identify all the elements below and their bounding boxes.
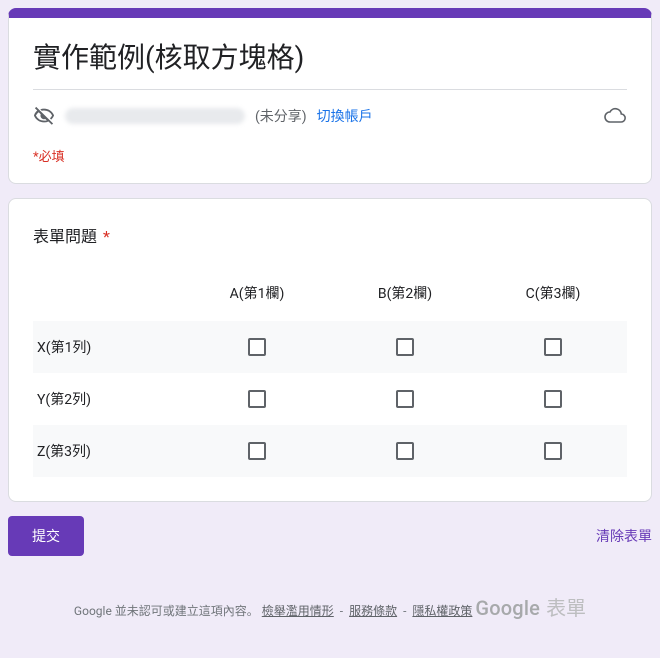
footer-disclaimer: Google 並未認可或建立這項內容。 [74, 604, 259, 618]
checkbox[interactable] [396, 338, 414, 356]
grid-row: X(第1列) [33, 321, 627, 373]
account-row: (未分享) 切換帳戶 [33, 89, 627, 128]
form-header-card: 實作範例(核取方塊格) (未分享) 切換帳戶 *必填 [8, 8, 652, 184]
column-header: B(第2欄) [331, 283, 479, 303]
grid-row: Z(第3列) [33, 425, 627, 477]
clear-form-link[interactable]: 清除表單 [596, 526, 652, 546]
question-title-text: 表單問題 [33, 227, 97, 246]
column-header: A(第1欄) [183, 283, 331, 303]
forms-logo-text: 表單 [546, 590, 586, 626]
cloud-icon [603, 104, 627, 128]
checkbox[interactable] [248, 442, 266, 460]
checkbox-grid: A(第1欄) B(第2欄) C(第3欄) X(第1列) Y(第2列) Z(第3列… [33, 275, 627, 477]
google-forms-logo[interactable]: Google 表單 [475, 590, 586, 626]
submit-button[interactable]: 提交 [8, 516, 84, 556]
checkbox[interactable] [544, 338, 562, 356]
footer: Google 並未認可或建立這項內容。 檢舉濫用情形 - 服務條款 - 隱私權政… [8, 578, 652, 626]
column-header: C(第3欄) [479, 283, 627, 303]
form-title: 實作範例(核取方塊格) [33, 40, 627, 75]
google-logo-text: Google [475, 590, 540, 626]
grid-row: Y(第2列) [33, 373, 627, 425]
checkbox[interactable] [544, 442, 562, 460]
row-label: Y(第2列) [33, 389, 183, 409]
actions-row: 提交 清除表單 [8, 516, 652, 556]
switch-account-link[interactable]: 切換帳戶 [317, 106, 373, 126]
checkbox[interactable] [396, 390, 414, 408]
account-email-blurred [65, 108, 245, 124]
question-title: 表單問題 * [33, 223, 627, 247]
checkbox[interactable] [544, 390, 562, 408]
row-label: X(第1列) [33, 337, 183, 357]
checkbox[interactable] [396, 442, 414, 460]
unshared-label: (未分享) [255, 106, 307, 126]
question-card: 表單問題 * A(第1欄) B(第2欄) C(第3欄) X(第1列) Y(第2列… [8, 198, 652, 502]
visibility-off-icon [33, 105, 55, 127]
privacy-link[interactable]: 隱私權政策 [412, 604, 472, 618]
terms-link[interactable]: 服務條款 [349, 604, 397, 618]
required-note: *必填 [33, 146, 627, 165]
checkbox[interactable] [248, 390, 266, 408]
grid-header-row: A(第1欄) B(第2欄) C(第3欄) [33, 275, 627, 321]
row-label: Z(第3列) [33, 441, 183, 461]
checkbox[interactable] [248, 338, 266, 356]
report-abuse-link[interactable]: 檢舉濫用情形 [262, 604, 334, 618]
required-marker: * [103, 227, 110, 246]
